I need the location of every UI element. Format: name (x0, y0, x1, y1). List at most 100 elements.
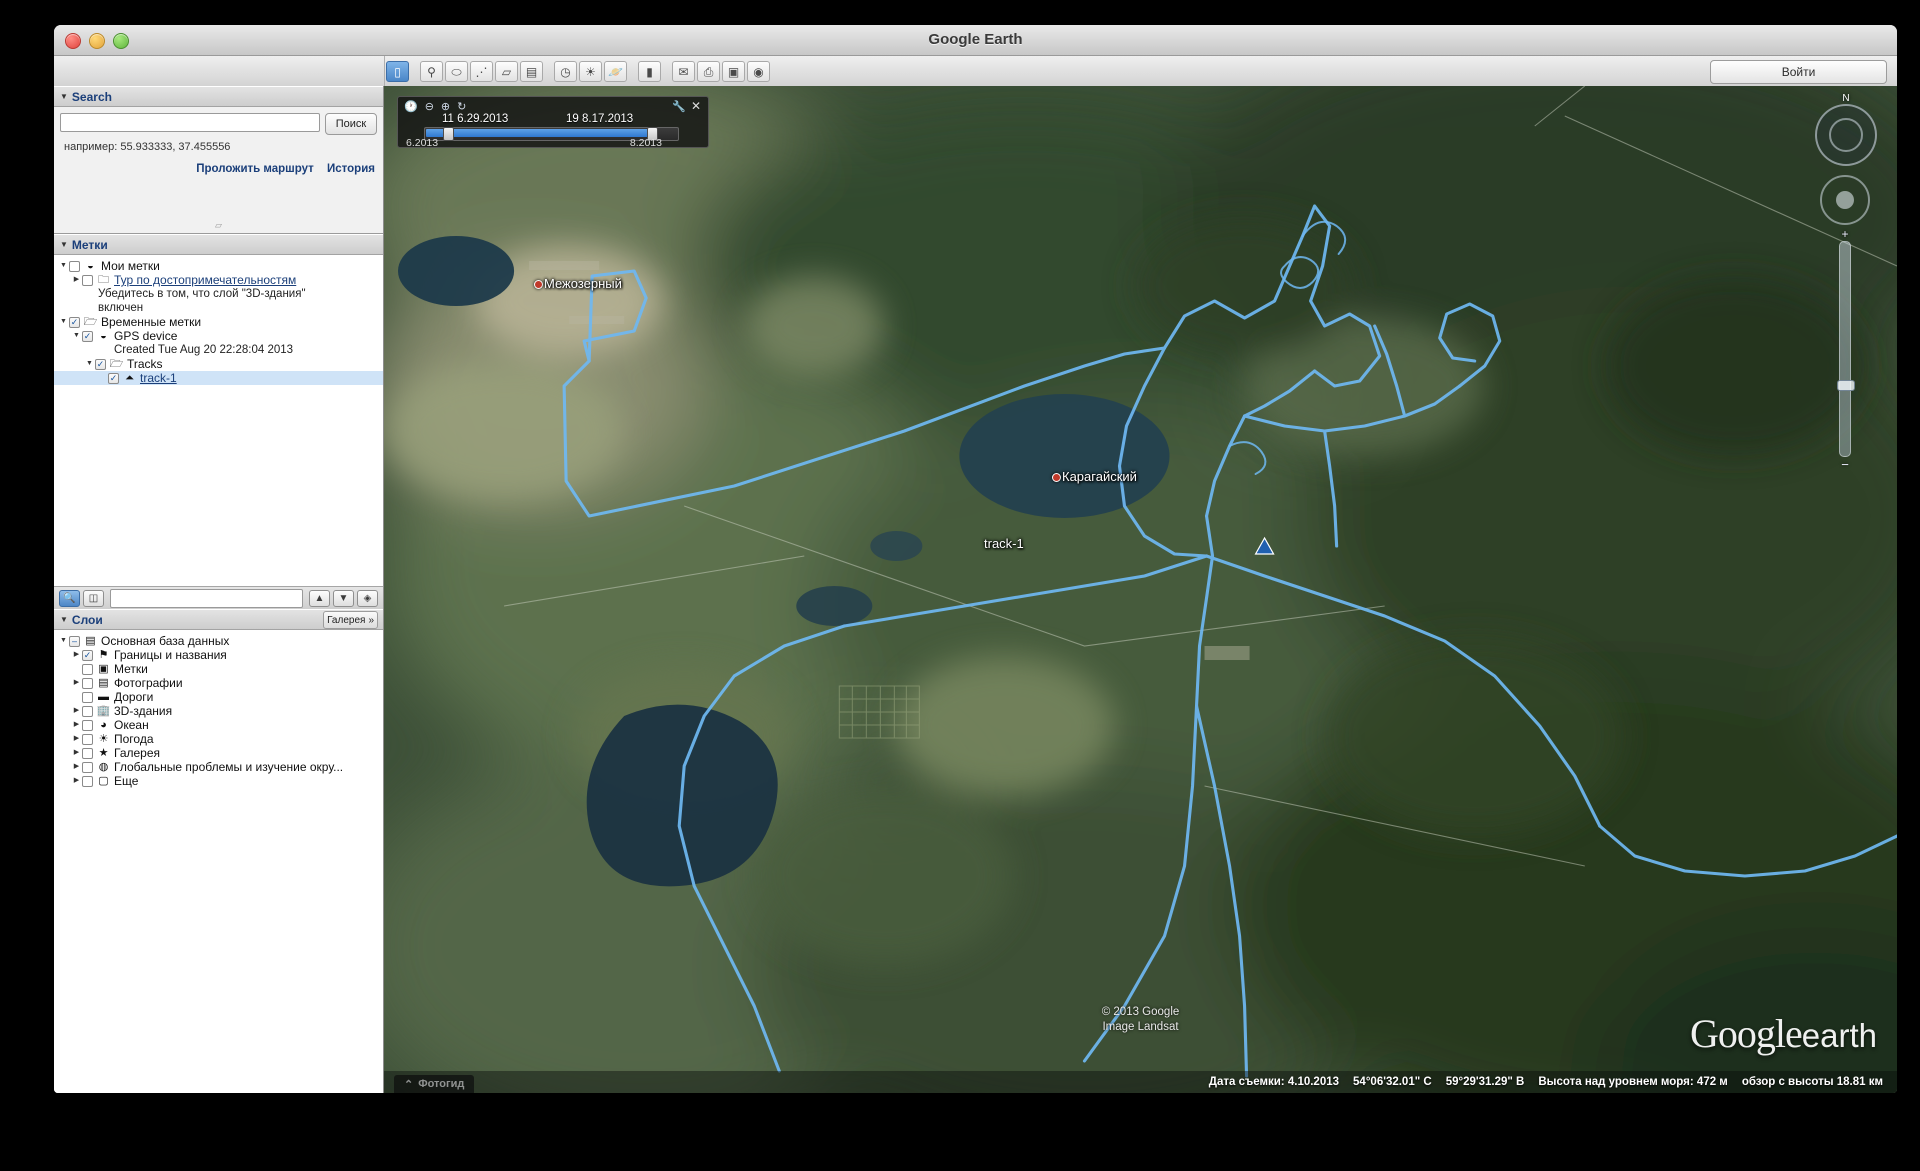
save-image-button[interactable]: ▣ (722, 61, 745, 82)
tree-node-глобальные-проблемы-и-изучен[interactable]: ▶ ◍ Глобальные проблемы и изучение окру... (54, 760, 383, 774)
chevron-right-icon[interactable]: ▶ (71, 273, 82, 287)
gallery-button[interactable]: Галерея » (323, 611, 378, 629)
view-in-maps-button[interactable]: ◉ (747, 61, 770, 82)
record-tour-button[interactable]: ▤ (520, 61, 543, 82)
add-polygon-button[interactable]: ⬭ (445, 61, 468, 82)
chevron-right-icon[interactable]: ▶ (71, 718, 82, 732)
wrench-icon[interactable]: 🔧 (672, 100, 686, 113)
chevron-right-icon[interactable]: ▶ (71, 760, 82, 774)
places-search-input[interactable] (110, 588, 303, 608)
switch-to-sky-button[interactable]: 🪐 (604, 61, 627, 82)
chevron-right-icon[interactable]: ▶ (71, 704, 82, 718)
sign-in-button[interactable]: Войти (1710, 60, 1887, 84)
zoom-in-icon[interactable]: ⊕ (441, 100, 450, 113)
checkbox-тур-по-достопримечательн[interactable] (82, 274, 93, 286)
tree-node-дороги[interactable]: ▶ ▬ Дороги (54, 690, 383, 704)
close-icon[interactable]: ✕ (691, 99, 701, 113)
zoom-slider-thumb[interactable] (1837, 380, 1855, 391)
toggle-sidebar-button[interactable]: ▯ (386, 61, 409, 82)
checkbox-gps-device[interactable]: ✓ (82, 330, 93, 342)
tree-node-track-1[interactable]: ▶✓ ⏶ track-1 (54, 371, 383, 385)
checkbox-3d-здания[interactable] (82, 705, 93, 717)
compass-control[interactable]: N (1815, 93, 1877, 166)
zoom-slider[interactable]: + − (1837, 227, 1855, 472)
pan-joystick[interactable] (1836, 191, 1854, 209)
tree-node-метки[interactable]: ▶ ▣ Метки (54, 662, 383, 676)
label-track-1[interactable]: track-1 (984, 536, 1024, 551)
chevron-right-icon[interactable]: ▶ (71, 648, 82, 662)
split-view-icon[interactable]: ◫ (83, 589, 104, 607)
add-placemark-button[interactable]: ⚲ (420, 61, 443, 82)
chevron-right-icon[interactable]: ▶ (71, 746, 82, 760)
placemark-pin-karagaysky[interactable] (1052, 473, 1061, 482)
checkbox-глобальные-проблемы-и-из[interactable] (82, 761, 93, 773)
move-down-button[interactable]: ▼ (333, 589, 354, 607)
tree-node-фотографии[interactable]: ▶ ▤ Фотографии (54, 676, 383, 690)
time-slider-widget[interactable]: 🕐 ⊖ ⊕ ↻ 🔧 ✕ 11 6.29.2013 19 8.17.2013 6.… (397, 96, 709, 149)
search-places-icon[interactable]: 🔍 (59, 589, 80, 607)
navigation-controls[interactable]: N + − (1815, 93, 1877, 472)
checkbox-основная-база-данных[interactable]: – (69, 635, 80, 647)
tree-node-галерея[interactable]: ▶ ★ Галерея (54, 746, 383, 760)
clock-icon[interactable]: 🕐 (404, 100, 418, 113)
search-button[interactable]: Поиск (325, 113, 377, 135)
show-historical-imagery-button[interactable]: ◷ (554, 61, 577, 82)
chevron-down-icon[interactable]: ▼ (58, 634, 69, 648)
print-button[interactable]: ⎙ (697, 61, 720, 82)
tree-node-3d-здания[interactable]: ▶ 🏢 3D-здания (54, 704, 383, 718)
layers-panel-header[interactable]: ▼ Слои Галерея » (54, 609, 383, 630)
checkbox-галерея[interactable] (82, 747, 93, 759)
places-panel-header[interactable]: ▼ Метки (54, 234, 383, 255)
pan-control[interactable] (1820, 175, 1870, 225)
places-tree[interactable]: ▼ ◒ Мои метки ▶ 🗀 Тур по достопримечательност… (54, 255, 383, 586)
tree-node-границы-и-названия[interactable]: ▶ ✓ ⚑ Границы и названия (54, 648, 383, 662)
ruler-icon: ▮ (646, 64, 653, 79)
checkbox-метки[interactable] (82, 663, 93, 675)
zoom-out-button[interactable]: − (1841, 457, 1849, 472)
checkbox-временные-метки[interactable]: ✓ (69, 316, 80, 328)
add-path-button[interactable]: ⋰ (470, 61, 493, 82)
chevron-down-icon[interactable]: ▼ (58, 315, 69, 329)
checkbox-еще[interactable] (82, 775, 93, 787)
map-viewport[interactable]: 🕐 ⊖ ⊕ ↻ 🔧 ✕ 11 6.29.2013 19 8.17.2013 6.… (384, 86, 1897, 1093)
tree-node-мои-метки[interactable]: ▼ ◒ Мои метки (54, 259, 383, 273)
get-directions-link[interactable]: Проложить маршрут (196, 163, 314, 175)
placemark-pin-mezhozerny[interactable] (534, 280, 543, 289)
loop-icon[interactable]: ↻ (457, 100, 466, 113)
tree-node-погода[interactable]: ▶ ☀ Погода (54, 732, 383, 746)
checkbox-погода[interactable] (82, 733, 93, 745)
chevron-down-icon[interactable]: ▼ (58, 259, 69, 273)
search-panel-header[interactable]: ▼ Search (54, 86, 383, 107)
chevron-right-icon[interactable]: ▶ (71, 774, 82, 788)
email-button[interactable]: ✉ (672, 61, 695, 82)
show-sunlight-button[interactable]: ☀ (579, 61, 602, 82)
add-image-overlay-button[interactable]: ▱ (495, 61, 518, 82)
checkbox-океан[interactable] (82, 719, 93, 731)
checkbox-фотографии[interactable] (82, 677, 93, 689)
checkbox-мои-метки[interactable] (69, 260, 80, 272)
show-ruler-button[interactable]: ▮ (638, 61, 661, 82)
tree-node-gps-device[interactable]: ▼ ✓ ◒ GPS device (54, 329, 383, 343)
play-tour-button[interactable]: ◈ (357, 589, 378, 607)
chevron-right-icon[interactable]: ▶ (71, 676, 82, 690)
chevron-down-icon[interactable]: ▼ (84, 357, 95, 371)
search-input[interactable] (60, 113, 320, 132)
history-link[interactable]: История (327, 163, 375, 175)
checkbox-track-1[interactable]: ✓ (108, 372, 119, 384)
tree-node-временные-метки[interactable]: ▼ ✓ 🗁 Временные метки (54, 315, 383, 329)
tree-node-тур-по-достопримечательностя[interactable]: ▶ 🗀 Тур по достопримечательностям (54, 273, 383, 287)
move-up-button[interactable]: ▲ (309, 589, 330, 607)
layers-tree[interactable]: ▼ – ▤ Основная база данных ▶ ✓ ⚑ Границы и назв… (54, 630, 383, 1093)
tree-node-основная-база-данных[interactable]: ▼ – ▤ Основная база данных (54, 634, 383, 648)
zoom-out-icon[interactable]: ⊖ (425, 100, 434, 113)
chevron-down-icon[interactable]: ▼ (71, 329, 82, 343)
checkbox-дороги[interactable] (82, 691, 93, 703)
checkbox-границы-и-названия[interactable]: ✓ (82, 649, 93, 661)
tree-node-океан[interactable]: ▶ ◕ Океан (54, 718, 383, 732)
tree-node-tracks[interactable]: ▼ ✓ 🗁 Tracks (54, 357, 383, 371)
panel-resize-grip[interactable]: ▱ (215, 220, 222, 231)
tree-node-еще[interactable]: ▶ ▢ Еще (54, 774, 383, 788)
zoom-in-button[interactable]: + (1841, 227, 1848, 241)
checkbox-tracks[interactable]: ✓ (95, 358, 106, 370)
chevron-right-icon[interactable]: ▶ (71, 732, 82, 746)
